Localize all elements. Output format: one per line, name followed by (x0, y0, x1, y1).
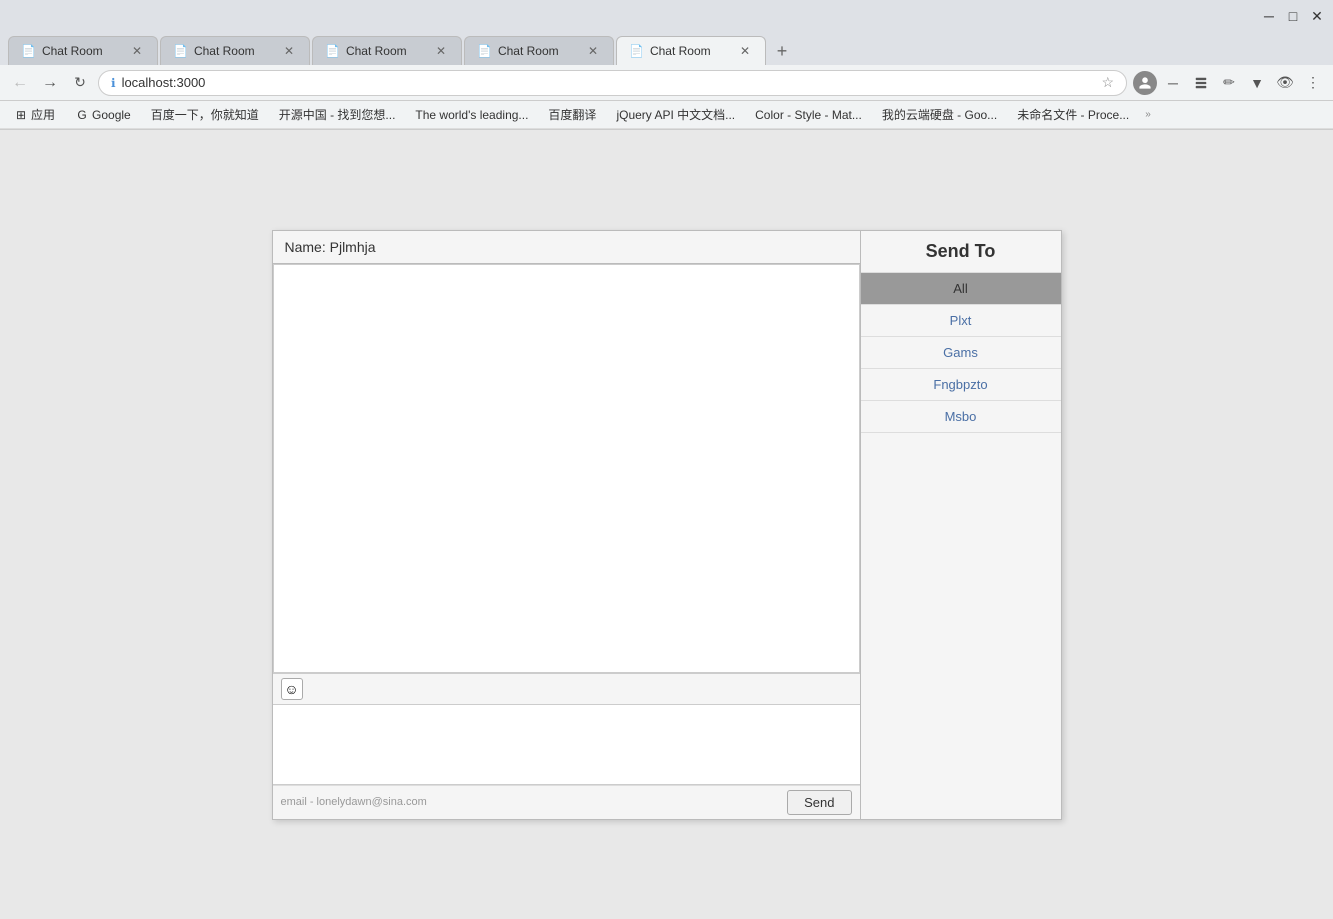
bookmark-jquery-label: jQuery API 中文文档... (616, 106, 735, 123)
bookmark-star-icon[interactable]: ☆ (1101, 74, 1114, 91)
bookmark-google-label: Google (92, 108, 131, 122)
message-footer: email - lonelydawn@sina.com Send (273, 785, 860, 819)
apps-icon: ⊞ (14, 108, 28, 122)
bookmark-baidu[interactable]: 百度一下，你就知道 (145, 104, 265, 125)
minimize-button[interactable]: ─ (1261, 8, 1277, 24)
tab-title-1: Chat Room (42, 44, 123, 58)
url-text: localhost:3000 (122, 75, 1096, 90)
bookmark-baidu-label: 百度一下，你就知道 (151, 106, 259, 123)
bookmarks-more-icon[interactable]: » (1145, 109, 1151, 120)
profile-icon[interactable] (1133, 71, 1157, 95)
tab-title-2: Chat Room (194, 44, 275, 58)
bookmark-google[interactable]: G Google (69, 106, 137, 124)
emoji-bar: ☺ (273, 673, 860, 705)
name-value: Pjlmhja (330, 239, 376, 255)
maximize-button[interactable]: □ (1285, 8, 1301, 24)
tab-title-5: Chat Room (650, 44, 731, 58)
tab-title-3: Chat Room (346, 44, 427, 58)
back-button[interactable]: ← (8, 71, 32, 95)
bookmark-oschina[interactable]: 开源中国 - 找到您想... (273, 104, 402, 125)
tab-1[interactable]: 📄 Chat Room ✕ (8, 36, 158, 65)
bookmark-color-label: Color - Style - Mat... (755, 108, 862, 122)
recipient-list: All Plxt Gams Fngbpzto Msbo (861, 273, 1061, 433)
tab-4[interactable]: 📄 Chat Room ✕ (464, 36, 614, 65)
title-bar: ─ □ ✕ (0, 0, 1333, 32)
bookmarks-bar: ⊞ 应用 G Google 百度一下，你就知道 开源中国 - 找到您想... T… (0, 101, 1333, 129)
bookmark-doc[interactable]: 未命名文件 - Proce... (1011, 104, 1135, 125)
message-input[interactable] (273, 705, 860, 785)
tab-close-2[interactable]: ✕ (281, 43, 297, 59)
message-input-area: email - lonelydawn@sina.com Send (273, 705, 860, 819)
bookmark-baidufan[interactable]: 百度翻译 (542, 104, 602, 125)
page-content: Name: Pjlmhja ☺ email - lonelydawn@sina.… (0, 130, 1333, 919)
name-label: Name: (285, 239, 326, 255)
tab-close-5[interactable]: ✕ (737, 43, 753, 59)
chat-container: Name: Pjlmhja ☺ email - lonelydawn@sina.… (272, 230, 1062, 820)
menu-icon[interactable]: ⋮ (1301, 71, 1325, 95)
bookmark-github[interactable]: The world's leading... (409, 106, 534, 124)
forward-button[interactable]: → (38, 71, 62, 95)
recipient-all[interactable]: All (861, 273, 1061, 305)
recipient-gams[interactable]: Gams (861, 337, 1061, 369)
bookmark-jquery[interactable]: jQuery API 中文文档... (610, 104, 741, 125)
chat-right-panel: Send To All Plxt Gams Fngbpzto Msbo (861, 231, 1061, 819)
send-button[interactable]: Send (787, 790, 851, 815)
recipient-plxt[interactable]: Plxt (861, 305, 1061, 337)
tab-title-4: Chat Room (498, 44, 579, 58)
tab-icon-3: 📄 (325, 44, 340, 58)
tab-icon-5: 📄 (629, 44, 644, 58)
address-bar: ← → ↻ ℹ localhost:3000 ☆ ─ ✏ ▼ 👁 ⋮ (0, 65, 1333, 101)
tab-3[interactable]: 📄 Chat Room ✕ (312, 36, 462, 65)
bookmark-apps[interactable]: ⊞ 应用 (8, 104, 61, 125)
chat-messages-area[interactable] (273, 264, 860, 673)
bookmark-baidufan-label: 百度翻译 (548, 106, 596, 123)
bookmark-drive[interactable]: 我的云端硬盘 - Goo... (876, 104, 1003, 125)
bookmark-github-label: The world's leading... (415, 108, 528, 122)
reload-button[interactable]: ↻ (68, 71, 92, 95)
tab-bar: 📄 Chat Room ✕ 📄 Chat Room ✕ 📄 Chat Room … (0, 32, 1333, 65)
tab-close-1[interactable]: ✕ (129, 43, 145, 59)
new-tab-button[interactable]: + (768, 37, 796, 65)
tab-close-4[interactable]: ✕ (585, 43, 601, 59)
footer-email: email - lonelydawn@sina.com (281, 796, 427, 808)
emoji-button[interactable]: ☺ (281, 678, 303, 700)
minimize-toolbar-button[interactable]: ─ (1161, 71, 1185, 95)
close-button[interactable]: ✕ (1309, 8, 1325, 24)
name-header: Name: Pjlmhja (273, 231, 860, 264)
lock-icon: ℹ (111, 76, 116, 90)
tab-icon-2: 📄 (173, 44, 188, 58)
bookmark-apps-label: 应用 (31, 106, 55, 123)
tab-icon-4: 📄 (477, 44, 492, 58)
emoji-icon: ☺ (284, 681, 298, 697)
recipient-fngbpzto[interactable]: Fngbpzto (861, 369, 1061, 401)
url-bar[interactable]: ℹ localhost:3000 ☆ (98, 70, 1127, 96)
down-arrow-icon[interactable]: ▼ (1245, 71, 1269, 95)
tab-close-3[interactable]: ✕ (433, 43, 449, 59)
bookmark-oschina-label: 开源中国 - 找到您想... (279, 106, 396, 123)
chat-left-panel: Name: Pjlmhja ☺ email - lonelydawn@sina.… (273, 231, 861, 819)
google-icon: G (75, 108, 89, 122)
bookmark-drive-label: 我的云端硬盘 - Goo... (882, 106, 997, 123)
tab-icon-1: 📄 (21, 44, 36, 58)
recipient-msbo[interactable]: Msbo (861, 401, 1061, 433)
tab-2[interactable]: 📄 Chat Room ✕ (160, 36, 310, 65)
send-to-header: Send To (861, 231, 1061, 273)
pen-icon[interactable]: ✏ (1217, 71, 1241, 95)
bookmark-color[interactable]: Color - Style - Mat... (749, 106, 868, 124)
eye-icon[interactable]: 👁 (1273, 71, 1297, 95)
extensions-icon[interactable] (1189, 71, 1213, 95)
bookmark-doc-label: 未命名文件 - Proce... (1017, 106, 1129, 123)
tab-5[interactable]: 📄 Chat Room ✕ (616, 36, 766, 65)
